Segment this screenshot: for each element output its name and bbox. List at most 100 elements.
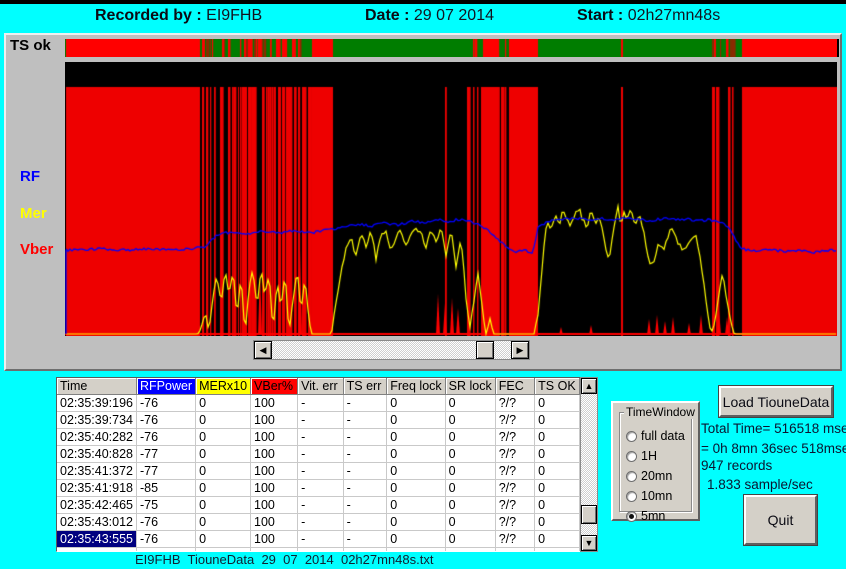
table-row[interactable]: 02:35:40:282-760100--00?/?0 (57, 429, 580, 446)
table-cell[interactable]: 0 (445, 514, 495, 531)
table-cell[interactable]: - (298, 514, 344, 531)
column-header-vit-err[interactable]: Vit. err (298, 378, 344, 395)
table-cell[interactable]: - (298, 446, 344, 463)
table-cell[interactable]: 0 (535, 429, 580, 446)
table-cell[interactable]: 100 (251, 446, 298, 463)
radio-icon[interactable] (626, 511, 637, 522)
table-cell[interactable]: - (343, 531, 387, 548)
table-cell[interactable]: -76 (137, 531, 196, 548)
radio-icon[interactable] (626, 471, 637, 482)
column-header-sr-lock[interactable]: SR lock (445, 378, 495, 395)
table-cell[interactable]: -76 (137, 514, 196, 531)
table-cell[interactable]: 0 (387, 497, 445, 514)
table-cell[interactable]: 02:35:43:555 (57, 531, 137, 548)
scroll-right-icon[interactable]: ▶ (511, 341, 529, 359)
table-cell[interactable]: 0 (535, 395, 580, 412)
radio-option-10mn[interactable]: 10mn (626, 489, 672, 503)
table-cell[interactable]: 02:35:40:828 (57, 446, 137, 463)
table-cell[interactable]: 0 (535, 497, 580, 514)
radio-option-5mn[interactable]: 5mn (626, 509, 665, 523)
table-cell[interactable]: ?/? (495, 395, 534, 412)
table-cell[interactable]: 100 (251, 395, 298, 412)
table-cell[interactable]: 0 (387, 514, 445, 531)
table-cell[interactable]: -75 (137, 497, 196, 514)
table-cell[interactable]: 0 (196, 395, 251, 412)
table-cell[interactable]: - (343, 497, 387, 514)
table-row[interactable]: 02:35:39:196-760100--00?/?0 (57, 395, 580, 412)
table-cell[interactable]: 0 (445, 497, 495, 514)
table-cell[interactable]: ?/? (495, 480, 534, 497)
table-cell[interactable]: 0 (387, 531, 445, 548)
table-cell[interactable]: 100 (251, 514, 298, 531)
table-cell[interactable]: 0 (196, 531, 251, 548)
table-cell[interactable]: 0 (387, 446, 445, 463)
table-cell[interactable]: 0 (387, 480, 445, 497)
radio-option-full-data[interactable]: full data (626, 429, 685, 443)
table-cell[interactable]: - (298, 531, 344, 548)
table-cell[interactable]: 100 (251, 463, 298, 480)
hscroll-thumb[interactable] (476, 341, 494, 359)
table-cell[interactable]: -76 (137, 412, 196, 429)
table-vscrollbar[interactable]: ▲ ▼ (580, 377, 598, 552)
table-cell[interactable]: ?/? (495, 412, 534, 429)
table-cell[interactable]: 0 (387, 429, 445, 446)
table-cell[interactable]: - (298, 412, 344, 429)
table-cell[interactable]: 0 (445, 446, 495, 463)
table-cell[interactable]: 0 (445, 531, 495, 548)
table-cell[interactable]: ?/? (495, 429, 534, 446)
table-cell[interactable]: - (343, 463, 387, 480)
table-row[interactable]: 02:35:41:918-850100--00?/?0 (57, 480, 580, 497)
table-cell[interactable]: ?/? (495, 497, 534, 514)
table-cell[interactable]: 02:35:41:918 (57, 480, 137, 497)
table-cell[interactable]: 100 (251, 429, 298, 446)
table-cell[interactable]: ?/? (495, 446, 534, 463)
table-cell[interactable]: 0 (445, 395, 495, 412)
table-cell[interactable]: 0 (387, 395, 445, 412)
table-cell[interactable]: 02:35:39:196 (57, 395, 137, 412)
table-cell[interactable]: - (343, 412, 387, 429)
radio-icon[interactable] (626, 431, 637, 442)
radio-option-20mn[interactable]: 20mn (626, 469, 672, 483)
vscroll-thumb[interactable] (581, 505, 597, 524)
table-cell[interactable]: 0 (445, 412, 495, 429)
column-header-rfpower[interactable]: RFPower (137, 378, 196, 395)
table-cell[interactable]: - (298, 463, 344, 480)
table-cell[interactable]: - (298, 497, 344, 514)
table-cell[interactable]: -76 (137, 395, 196, 412)
table-cell[interactable]: 02:35:40:282 (57, 429, 137, 446)
table-cell[interactable]: - (343, 429, 387, 446)
table-cell[interactable]: ?/? (495, 463, 534, 480)
load-tiounedata-button[interactable]: Load TiouneData (719, 386, 833, 417)
table-cell[interactable]: - (298, 395, 344, 412)
column-header-freq-lock[interactable]: Freq lock (387, 378, 445, 395)
table-cell[interactable]: 100 (251, 497, 298, 514)
column-header-vber-[interactable]: VBer% (251, 378, 298, 395)
table-cell[interactable]: 0 (196, 463, 251, 480)
table-cell[interactable]: 0 (196, 480, 251, 497)
table-cell[interactable]: 0 (196, 497, 251, 514)
table-cell[interactable]: 0 (445, 480, 495, 497)
table-cell[interactable]: -85 (137, 480, 196, 497)
table-cell[interactable]: 0 (445, 429, 495, 446)
table-cell[interactable]: 0 (196, 429, 251, 446)
table-cell[interactable]: - (298, 480, 344, 497)
table-row[interactable]: 02:35:43:012-760100--00?/?0 (57, 514, 580, 531)
table-cell[interactable]: 100 (251, 480, 298, 497)
table-row[interactable]: 02:35:42:465-750100--00?/?0 (57, 497, 580, 514)
table-cell[interactable]: 0 (387, 412, 445, 429)
radio-option-1h[interactable]: 1H (626, 449, 657, 463)
table-cell[interactable]: 100 (251, 531, 298, 548)
table-cell[interactable]: 02:35:39:734 (57, 412, 137, 429)
chart-hscrollbar[interactable]: ◀ ▶ (253, 340, 530, 360)
table-cell[interactable]: 0 (535, 514, 580, 531)
table-cell[interactable]: 0 (196, 514, 251, 531)
table-cell[interactable]: - (298, 429, 344, 446)
scroll-left-icon[interactable]: ◀ (254, 341, 272, 359)
table-cell[interactable]: 0 (535, 412, 580, 429)
table-cell[interactable]: 02:35:41:372 (57, 463, 137, 480)
table-cell[interactable]: 0 (535, 446, 580, 463)
table-cell[interactable]: -76 (137, 429, 196, 446)
table-cell[interactable]: ?/? (495, 514, 534, 531)
column-header-ts-ok[interactable]: TS OK (535, 378, 580, 395)
table-cell[interactable]: 0 (445, 463, 495, 480)
